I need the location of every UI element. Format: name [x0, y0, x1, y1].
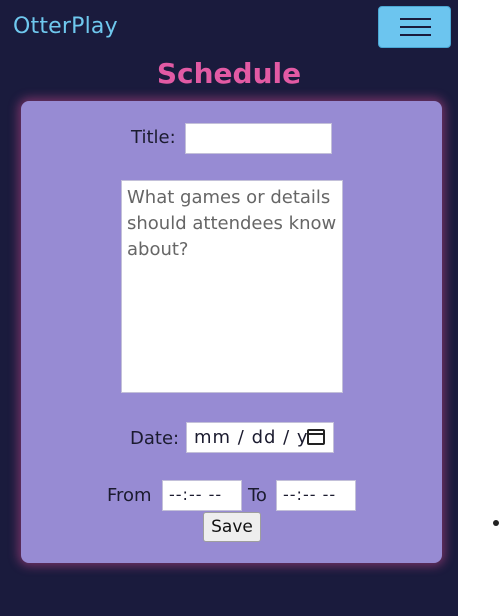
brand-logo[interactable]: OtterPlay: [13, 14, 118, 39]
from-time-input[interactable]: --:-- --: [162, 480, 242, 511]
to-time-input[interactable]: --:-- --: [276, 480, 356, 511]
details-textarea[interactable]: [121, 180, 343, 393]
date-label: Date:: [130, 428, 180, 449]
schedule-form: Title: Date: mm / dd / y From --:-- -- T…: [21, 101, 442, 563]
calendar-icon[interactable]: [307, 429, 325, 445]
save-button[interactable]: Save: [203, 512, 261, 542]
menu-button[interactable]: [378, 6, 451, 48]
title-input[interactable]: [185, 123, 332, 154]
to-label: To: [248, 485, 267, 506]
from-label: From: [107, 485, 152, 506]
list-bullet: [493, 520, 499, 526]
date-input[interactable]: mm / dd / y: [186, 422, 334, 453]
from-time-placeholder: --:-- --: [169, 485, 223, 504]
to-time-placeholder: --:-- --: [283, 485, 337, 504]
app-screen: OtterPlay Schedule Title: Date: mm / dd …: [0, 0, 458, 616]
page-title: Schedule: [156, 57, 302, 90]
title-label: Title:: [131, 127, 176, 148]
date-placeholder: mm / dd / y: [194, 427, 309, 448]
